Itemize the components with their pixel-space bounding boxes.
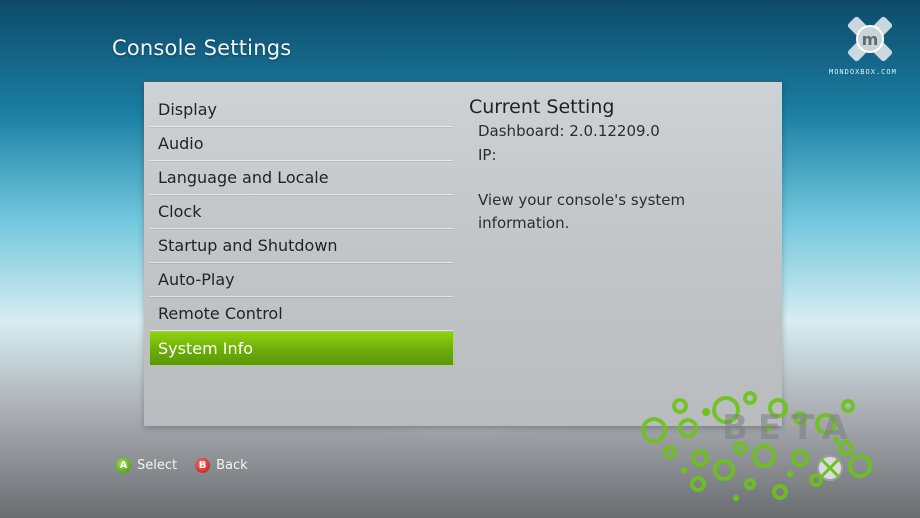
menu-item-clock[interactable]: Clock [150,195,453,229]
menu-item-auto-play[interactable]: Auto-Play [150,263,453,297]
menu-item-language-and-locale[interactable]: Language and Locale [150,161,453,195]
back-button[interactable]: B Back [195,458,248,473]
a-button-icon: A [116,458,131,473]
setting-description: View your console's system information. [478,191,686,232]
back-label: Back [216,458,248,473]
beta-label: BETA [722,408,859,448]
b-button-icon: B [195,458,211,473]
menu-item-system-info[interactable]: System Info [150,332,453,365]
select-label: Select [137,458,178,473]
menu-item-audio[interactable]: Audio [150,127,453,161]
dashboard-version: Dashboard: 2.0.12209.0 [478,122,660,140]
watermark-site: MONDOXBOX.COM [829,68,897,76]
menu-item-startup-and-shutdown[interactable]: Startup and Shutdown [150,229,453,263]
menu-item-remote-control[interactable]: Remote Control [150,297,453,331]
current-setting-heading: Current Setting [469,96,615,118]
select-button[interactable]: A Select [116,458,177,473]
settings-menu: Display Audio Language and Locale Clock … [150,93,453,365]
svg-text:m: m [862,30,879,49]
button-legend: A Select B Back [116,458,266,473]
page-title: Console Settings [112,36,292,60]
menu-item-display[interactable]: Display [150,93,453,127]
current-setting-pane: Current Setting Dashboard: 2.0.12209.0 I… [469,95,769,235]
ip-address: IP: [478,146,497,164]
